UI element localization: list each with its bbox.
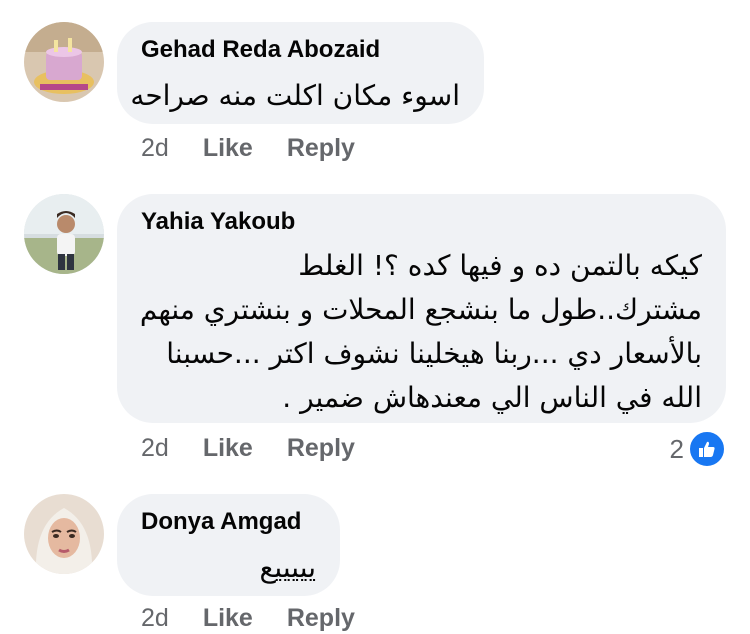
comment-text: يييييع	[260, 546, 317, 590]
comment-timestamp[interactable]: 2d	[141, 604, 169, 633]
comment-author[interactable]: Donya Amgad	[141, 508, 301, 536]
comment-bubble: Donya Amgad يييييع	[117, 494, 340, 596]
avatar[interactable]	[24, 494, 104, 574]
comment-text-line: يييييع	[259, 551, 317, 584]
avatar-woman-image	[24, 494, 104, 574]
reply-button[interactable]: Reply	[287, 604, 355, 633]
comment: Donya Amgad يييييع 2d Like Reply	[0, 0, 750, 632]
like-button[interactable]: Like	[203, 604, 253, 633]
comment-actions: 2d Like Reply	[141, 602, 389, 634]
